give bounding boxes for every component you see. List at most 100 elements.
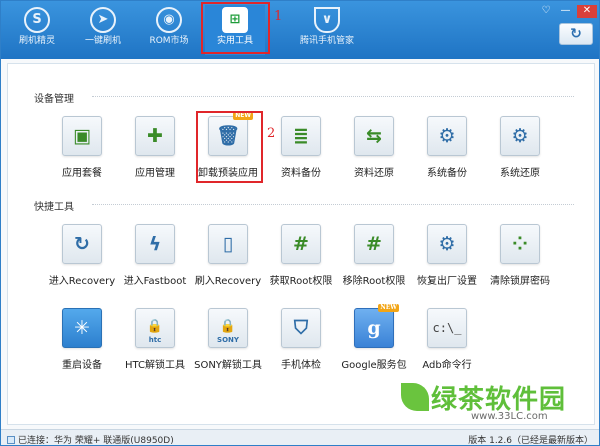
- nav-label: ROM市场: [149, 36, 189, 46]
- tool-label: HTC解锁工具: [124, 360, 186, 371]
- grid-icon: ⊞: [222, 7, 248, 33]
- app-bundle-icon: ▣: [62, 116, 102, 156]
- tool-system-restore[interactable]: ⚙ 系统还原: [484, 116, 556, 192]
- nav-label: 腾讯手机管家: [299, 36, 354, 46]
- nav-item-tencent-manager[interactable]: ∨ 腾讯手机管家: [285, 5, 369, 55]
- nav-label: 刷机精灵: [18, 36, 55, 46]
- lock-glyph: 🔒: [219, 319, 237, 334]
- tool-label: 卸载预装应用: [198, 168, 258, 179]
- leaf-logo-icon: [401, 383, 429, 411]
- feedback-icon[interactable]: ♡: [538, 5, 554, 18]
- system-restore-icon: ⚙: [500, 116, 540, 156]
- unroot-icon: #: [354, 224, 394, 264]
- sony-unlock-icon: 🔒 SONY: [208, 308, 248, 348]
- section-divider: [92, 204, 574, 205]
- sony-logo: SONY: [217, 336, 239, 344]
- tool-label: 资料备份: [281, 168, 321, 179]
- recovery-icon: ↻: [62, 224, 102, 264]
- tool-label: 系统备份: [427, 168, 467, 179]
- tool-clear-lock-password[interactable]: ⁘ 清除锁屏密码: [484, 224, 556, 300]
- tool-factory-reset[interactable]: ⚙ 恢复出厂设置: [411, 224, 483, 300]
- connection-text: 已连接：华为 荣耀+ 联通版(U8950D): [18, 436, 174, 446]
- document-backup-icon: ≣: [281, 116, 321, 156]
- htc-unlock-icon: 🔒 htc: [135, 308, 175, 348]
- tool-data-backup[interactable]: ≣ 资料备份: [265, 116, 337, 192]
- section-title-device-mgmt: 设备管理: [34, 94, 74, 105]
- status-bar: 已连接：华为 荣耀+ 联通版(U8950D) 版本 1.2.6（已经是最新版本）: [1, 429, 599, 446]
- new-badge: NEW: [233, 112, 253, 120]
- tool-label: 清除锁屏密码: [490, 276, 550, 287]
- pattern-lock-icon: ⁘: [500, 224, 540, 264]
- android-icon: ◉: [156, 7, 182, 33]
- tool-label: SONY解锁工具: [194, 360, 262, 371]
- section-divider: [92, 96, 574, 97]
- window-controls: ♡ — ✕: [538, 3, 597, 18]
- tool-adb-console[interactable]: c:\_ Adb命令行: [411, 308, 483, 384]
- minimize-button[interactable]: —: [558, 5, 574, 18]
- tool-htc-unlock[interactable]: 🔒 htc HTC解锁工具: [119, 308, 191, 384]
- puzzle-icon: ✚: [135, 116, 175, 156]
- connection-status: 已连接：华为 荣耀+ 联通版(U8950D): [7, 433, 174, 446]
- tool-enter-fastboot[interactable]: ϟ 进入Fastboot: [119, 224, 191, 300]
- reboot-icon: ✳: [62, 308, 102, 348]
- tool-label: 系统还原: [500, 168, 540, 179]
- new-badge: NEW: [378, 304, 399, 312]
- tool-label: 应用套餐: [62, 168, 102, 179]
- tool-app-bundle[interactable]: ▣ 应用套餐: [46, 116, 118, 192]
- tool-label: 获取Root权限: [269, 276, 333, 287]
- nav-label: 实用工具: [216, 36, 253, 46]
- tool-remove-root[interactable]: # 移除Root权限: [338, 224, 410, 300]
- cursor-icon: ➤: [90, 7, 116, 33]
- app-window: S 刷机精灵 ➤ 一键刷机 ◉ ROM市场 ⊞ 实用工具 ∨ 腾讯手机管家 1: [0, 0, 600, 446]
- trash-icon: 🗑 NEW: [208, 112, 253, 156]
- htc-logo: htc: [148, 336, 162, 344]
- lock-glyph: 🔒: [146, 319, 164, 334]
- google-icon: g NEW: [354, 304, 399, 348]
- tool-flash-recovery[interactable]: ▯ 刷入Recovery: [192, 224, 264, 300]
- tool-label: 手机体检: [281, 360, 321, 371]
- terminal-icon: c:\_: [427, 308, 467, 348]
- tool-reboot-device[interactable]: ✳ 重启设备: [46, 308, 118, 384]
- tool-app-manager[interactable]: ✚ 应用管理: [119, 116, 191, 192]
- header-bar: S 刷机精灵 ➤ 一键刷机 ◉ ROM市场 ⊞ 实用工具 ∨ 腾讯手机管家 1: [1, 1, 599, 59]
- tool-enter-recovery[interactable]: ↻ 进入Recovery: [46, 224, 118, 300]
- section-title-quick-tools: 快捷工具: [34, 202, 74, 213]
- tool-label: 进入Fastboot: [123, 276, 187, 287]
- tool-label: 恢复出厂设置: [417, 276, 477, 287]
- nav-item-shuaji-jingling[interactable]: S 刷机精灵: [7, 5, 67, 55]
- tool-system-backup[interactable]: ⚙ 系统备份: [411, 116, 483, 192]
- tool-label: Google服务包: [341, 360, 407, 371]
- document-restore-icon: ⇆: [354, 116, 394, 156]
- tool-sony-unlock[interactable]: 🔒 SONY SONY解锁工具: [192, 308, 264, 384]
- system-backup-icon: ⚙: [427, 116, 467, 156]
- fastboot-icon: ϟ: [135, 224, 175, 264]
- phone-checkup-icon: ⛉: [281, 308, 321, 348]
- tool-label: 刷入Recovery: [194, 276, 262, 287]
- nav-item-one-click-flash[interactable]: ➤ 一键刷机: [73, 5, 133, 55]
- tool-label: 资料还原: [354, 168, 394, 179]
- tool-label: Adb命令行: [422, 360, 472, 371]
- trash-glyph: 🗑: [215, 125, 241, 147]
- nav-item-practical-tools[interactable]: ⊞ 实用工具: [205, 5, 265, 55]
- tool-phone-checkup[interactable]: ⛉ 手机体检: [265, 308, 337, 384]
- tool-label: 应用管理: [135, 168, 175, 179]
- version-status: 版本 1.2.6（已经是最新版本）: [468, 436, 593, 446]
- tool-get-root[interactable]: # 获取Root权限: [265, 224, 337, 300]
- tool-data-restore[interactable]: ⇆ 资料还原: [338, 116, 410, 192]
- tool-uninstall-preinstalled[interactable]: 🗑 NEW 卸载预装应用: [192, 112, 264, 192]
- annotation-marker-2: 2: [267, 126, 276, 141]
- tool-label: 进入Recovery: [48, 276, 116, 287]
- root-icon: #: [281, 224, 321, 264]
- tool-label: 重启设备: [62, 360, 102, 371]
- brand-logo-icon: S: [24, 7, 50, 33]
- google-glyph: g: [367, 317, 381, 339]
- close-button[interactable]: ✕: [577, 5, 597, 18]
- nav-item-rom-market[interactable]: ◉ ROM市场: [139, 5, 199, 55]
- flash-recovery-icon: ▯: [208, 224, 248, 264]
- shield-icon: ∨: [314, 7, 340, 33]
- tool-google-services[interactable]: g NEW Google服务包: [338, 304, 410, 384]
- refresh-button[interactable]: ↻: [559, 23, 593, 45]
- factory-reset-icon: ⚙: [427, 224, 467, 264]
- annotation-marker-1: 1: [274, 9, 283, 24]
- phone-connected-icon: [7, 436, 15, 444]
